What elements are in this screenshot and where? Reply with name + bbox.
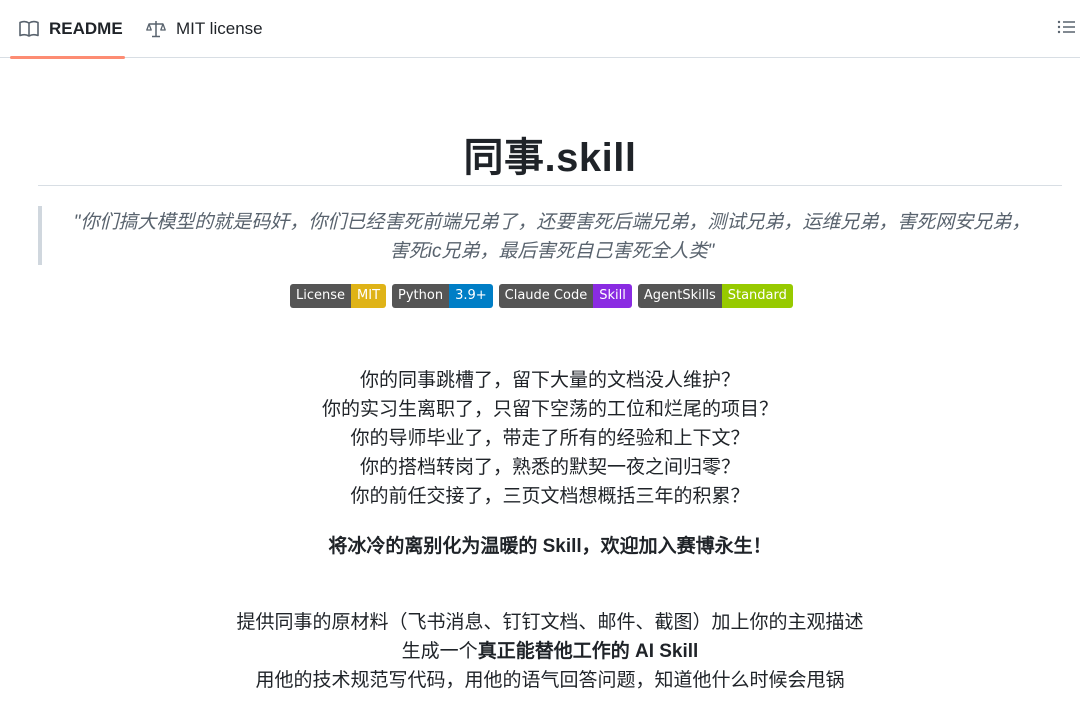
book-icon (18, 18, 40, 40)
description-line: 用他的技术规范写代码，用他的语气回答问题，知道他什么时候会甩锅 (255, 670, 845, 691)
intro-line: 你的同事跳槽了，留下大量的文档没人维护？ (359, 370, 740, 391)
tab-readme[interactable]: README (10, 0, 125, 59)
badge-claude-code-value: Skill (593, 284, 632, 308)
badge-agentskills-value: Standard (721, 284, 793, 308)
readme-title: 同事.skill (463, 136, 637, 180)
badge-agentskills[interactable]: AgentSkills Standard (637, 284, 793, 308)
badge-python[interactable]: Python 3.9+ (392, 284, 493, 308)
readme-tab-bar: README MIT license (0, 0, 1080, 59)
intro-line: 你的搭档转岗了，熟悉的默契一夜之间归零？ (359, 457, 740, 478)
tab-license[interactable]: MIT license (143, 0, 263, 58)
description-line: 生成一个真正能替他工作的 AI Skill (401, 641, 699, 662)
description-line: 提供同事的原材料（飞书消息、钉钉文档、邮件、截图）加上你的主观描述 (236, 612, 864, 633)
table-of-contents-button[interactable] (1054, 17, 1078, 41)
readme-quote: "你们搞大模型的就是码奸，你们已经害死前端兄弟了，还要害死后端兄弟，测试兄弟，运… (38, 206, 1062, 265)
badge-license-value: MIT (351, 284, 387, 308)
badge-claude-code[interactable]: Claude Code Skill (498, 284, 632, 308)
description-paragraph: 提供同事的原材料（飞书消息、钉钉文档、邮件、截图）加上你的主观描述 生成一个真正… (38, 608, 1062, 695)
tab-license-label: MIT license (176, 19, 263, 38)
tab-readme-label: README (49, 19, 123, 38)
badge-row: License MIT Python 3.9+ Claude Code Skil… (290, 284, 793, 308)
badge-license[interactable]: License MIT (290, 284, 387, 308)
intro-line: 你的导师毕业了，带走了所有的经验和上下文？ (350, 428, 750, 449)
title-divider (38, 185, 1062, 186)
tagline: 将冰冷的离别化为温暖的 Skill，欢迎加入赛博永生！ (328, 536, 772, 557)
badge-python-value: 3.9+ (449, 284, 493, 308)
intro-paragraph: 你的同事跳槽了，留下大量的文档没人维护？ 你的实习生离职了，只留下空荡的工位和烂… (38, 366, 1062, 511)
list-icon (1057, 19, 1075, 40)
intro-line: 你的前任交接了，三页文档想概括三年的积累？ (350, 486, 750, 507)
intro-line: 你的实习生离职了，只留下空荡的工位和烂尾的项目？ (321, 399, 778, 420)
description-emphasis: 真正能替他工作的 AI Skill (477, 641, 699, 662)
scale-icon (145, 18, 167, 40)
